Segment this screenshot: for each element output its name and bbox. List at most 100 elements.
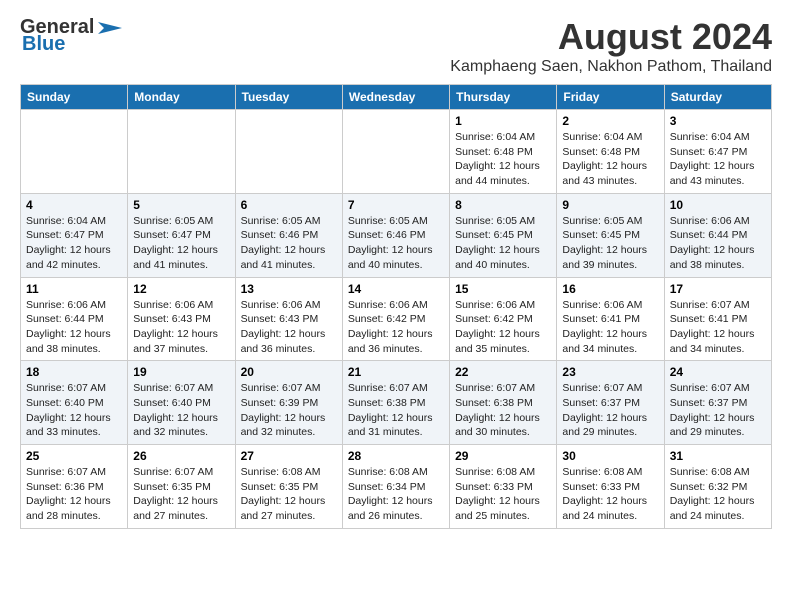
day-number: 28	[348, 449, 444, 463]
day-info: Sunrise: 6:07 AM Sunset: 6:35 PM Dayligh…	[133, 465, 229, 524]
calendar-cell: 6Sunrise: 6:05 AM Sunset: 6:46 PM Daylig…	[235, 193, 342, 277]
day-info: Sunrise: 6:05 AM Sunset: 6:45 PM Dayligh…	[455, 214, 551, 273]
day-info: Sunrise: 6:05 AM Sunset: 6:46 PM Dayligh…	[241, 214, 337, 273]
day-number: 7	[348, 198, 444, 212]
day-number: 26	[133, 449, 229, 463]
col-header-sunday: Sunday	[21, 85, 128, 110]
day-number: 20	[241, 365, 337, 379]
calendar-cell: 15 Sunrise: 6:06 AM Sunset: 6:42 PM Dayli…	[450, 277, 557, 361]
day-number: 12	[133, 282, 229, 296]
day-info: Sunrise: 6:04 AM Sunset: 6:48 PM Dayligh…	[455, 130, 551, 189]
sub-title: Kamphaeng Saen, Nakhon Pathom, Thailand	[450, 58, 772, 76]
day-number: 31	[670, 449, 766, 463]
day-info: Sunrise: 6:07 AM Sunset: 6:40 PM Dayligh…	[133, 381, 229, 440]
day-number: 10	[670, 198, 766, 212]
calendar-cell: 31 Sunrise: 6:08 AM Sunset: 6:32 PM Dayli…	[664, 445, 771, 529]
calendar-cell: 5 Sunrise: 6:05 AM Sunset: 6:47 PM Daylig…	[128, 193, 235, 277]
calendar-cell: 3 Sunrise: 6:04 AM Sunset: 6:47 PM Daylig…	[664, 110, 771, 194]
calendar-cell: 24 Sunrise: 6:07 AM Sunset: 6:37 PM Dayli…	[664, 361, 771, 445]
day-number: 17	[670, 282, 766, 296]
calendar-cell: 2 Sunrise: 6:04 AM Sunset: 6:48 PM Daylig…	[557, 110, 664, 194]
day-info: Sunrise: 6:07 AM Sunset: 6:36 PM Dayligh…	[26, 465, 122, 524]
day-info: Sunrise: 6:06 AM Sunset: 6:43 PM Dayligh…	[241, 298, 337, 357]
day-number: 5	[133, 198, 229, 212]
calendar-cell	[21, 110, 128, 194]
calendar-cell: 13 Sunrise: 6:06 AM Sunset: 6:43 PM Dayli…	[235, 277, 342, 361]
day-info: Sunrise: 6:06 AM Sunset: 6:44 PM Dayligh…	[670, 214, 766, 273]
day-number: 11	[26, 282, 122, 296]
calendar-cell: 19 Sunrise: 6:07 AM Sunset: 6:40 PM Dayli…	[128, 361, 235, 445]
day-info: Sunrise: 6:08 AM Sunset: 6:34 PM Dayligh…	[348, 465, 444, 524]
day-info: Sunrise: 6:08 AM Sunset: 6:32 PM Dayligh…	[670, 465, 766, 524]
calendar-cell: 8 Sunrise: 6:05 AM Sunset: 6:45 PM Daylig…	[450, 193, 557, 277]
logo: General Blue	[20, 16, 122, 56]
day-info: Sunrise: 6:06 AM Sunset: 6:41 PM Dayligh…	[562, 298, 658, 357]
main-title: August 2024	[450, 16, 772, 58]
day-info: Sunrise: 6:04 AM Sunset: 6:47 PM Dayligh…	[670, 130, 766, 189]
day-number: 16	[562, 282, 658, 296]
day-number: 1	[455, 114, 551, 128]
header: General Blue August 2024 Kamphaeng Saen,…	[20, 16, 772, 76]
day-info: Sunrise: 6:07 AM Sunset: 6:39 PM Dayligh…	[241, 381, 337, 440]
day-number: 29	[455, 449, 551, 463]
day-info: Sunrise: 6:07 AM Sunset: 6:38 PM Dayligh…	[348, 381, 444, 440]
calendar-cell: 1 Sunrise: 6:04 AM Sunset: 6:48 PM Daylig…	[450, 110, 557, 194]
day-info: Sunrise: 6:06 AM Sunset: 6:42 PM Dayligh…	[455, 298, 551, 357]
calendar-cell: 16 Sunrise: 6:06 AM Sunset: 6:41 PM Dayli…	[557, 277, 664, 361]
day-number: 9	[562, 198, 658, 212]
day-number: 8	[455, 198, 551, 212]
day-info: Sunrise: 6:07 AM Sunset: 6:38 PM Dayligh…	[455, 381, 551, 440]
week-row-1: 1 Sunrise: 6:04 AM Sunset: 6:48 PM Daylig…	[21, 110, 772, 194]
calendar-cell: 12Sunrise: 6:06 AM Sunset: 6:43 PM Dayli…	[128, 277, 235, 361]
col-header-monday: Monday	[128, 85, 235, 110]
day-number: 18	[26, 365, 122, 379]
day-info: Sunrise: 6:08 AM Sunset: 6:35 PM Dayligh…	[241, 465, 337, 524]
day-number: 25	[26, 449, 122, 463]
week-row-3: 11Sunrise: 6:06 AM Sunset: 6:44 PM Dayli…	[21, 277, 772, 361]
day-number: 19	[133, 365, 229, 379]
day-info: Sunrise: 6:05 AM Sunset: 6:45 PM Dayligh…	[562, 214, 658, 273]
day-number: 13	[241, 282, 337, 296]
calendar-table: SundayMondayTuesdayWednesdayThursdayFrid…	[20, 84, 772, 529]
day-info: Sunrise: 6:04 AM Sunset: 6:48 PM Dayligh…	[562, 130, 658, 189]
day-number: 24	[670, 365, 766, 379]
day-info: Sunrise: 6:07 AM Sunset: 6:40 PM Dayligh…	[26, 381, 122, 440]
calendar-cell: 29 Sunrise: 6:08 AM Sunset: 6:33 PM Dayli…	[450, 445, 557, 529]
day-number: 21	[348, 365, 444, 379]
day-info: Sunrise: 6:08 AM Sunset: 6:33 PM Dayligh…	[562, 465, 658, 524]
col-header-wednesday: Wednesday	[342, 85, 449, 110]
week-row-2: 4Sunrise: 6:04 AM Sunset: 6:47 PM Daylig…	[21, 193, 772, 277]
calendar-cell: 25 Sunrise: 6:07 AM Sunset: 6:36 PM Dayli…	[21, 445, 128, 529]
calendar-cell: 30 Sunrise: 6:08 AM Sunset: 6:33 PM Dayli…	[557, 445, 664, 529]
day-number: 14	[348, 282, 444, 296]
calendar-cell: 20 Sunrise: 6:07 AM Sunset: 6:39 PM Dayli…	[235, 361, 342, 445]
col-header-tuesday: Tuesday	[235, 85, 342, 110]
day-info: Sunrise: 6:06 AM Sunset: 6:42 PM Dayligh…	[348, 298, 444, 357]
day-info: Sunrise: 6:05 AM Sunset: 6:47 PM Dayligh…	[133, 214, 229, 273]
calendar-cell: 14 Sunrise: 6:06 AM Sunset: 6:42 PM Dayli…	[342, 277, 449, 361]
col-header-thursday: Thursday	[450, 85, 557, 110]
day-info: Sunrise: 6:07 AM Sunset: 6:37 PM Dayligh…	[670, 381, 766, 440]
title-area: August 2024 Kamphaeng Saen, Nakhon Patho…	[450, 16, 772, 76]
day-number: 23	[562, 365, 658, 379]
day-info: Sunrise: 6:07 AM Sunset: 6:37 PM Dayligh…	[562, 381, 658, 440]
calendar-cell: 17 Sunrise: 6:07 AM Sunset: 6:41 PM Dayli…	[664, 277, 771, 361]
calendar-cell: 26 Sunrise: 6:07 AM Sunset: 6:35 PM Dayli…	[128, 445, 235, 529]
day-number: 22	[455, 365, 551, 379]
calendar-cell: 22 Sunrise: 6:07 AM Sunset: 6:38 PM Dayli…	[450, 361, 557, 445]
day-info: Sunrise: 6:08 AM Sunset: 6:33 PM Dayligh…	[455, 465, 551, 524]
calendar-cell: 11Sunrise: 6:06 AM Sunset: 6:44 PM Dayli…	[21, 277, 128, 361]
day-info: Sunrise: 6:07 AM Sunset: 6:41 PM Dayligh…	[670, 298, 766, 357]
day-number: 27	[241, 449, 337, 463]
day-number: 30	[562, 449, 658, 463]
day-number: 15	[455, 282, 551, 296]
header-row: SundayMondayTuesdayWednesdayThursdayFrid…	[21, 85, 772, 110]
logo-blue: Blue	[20, 33, 65, 56]
calendar-cell: 28 Sunrise: 6:08 AM Sunset: 6:34 PM Dayli…	[342, 445, 449, 529]
day-number: 2	[562, 114, 658, 128]
day-number: 3	[670, 114, 766, 128]
logo-arrow-icon	[94, 18, 122, 38]
calendar-cell: 9 Sunrise: 6:05 AM Sunset: 6:45 PM Daylig…	[557, 193, 664, 277]
calendar-cell: 18 Sunrise: 6:07 AM Sunset: 6:40 PM Dayli…	[21, 361, 128, 445]
calendar-cell: 21 Sunrise: 6:07 AM Sunset: 6:38 PM Dayli…	[342, 361, 449, 445]
